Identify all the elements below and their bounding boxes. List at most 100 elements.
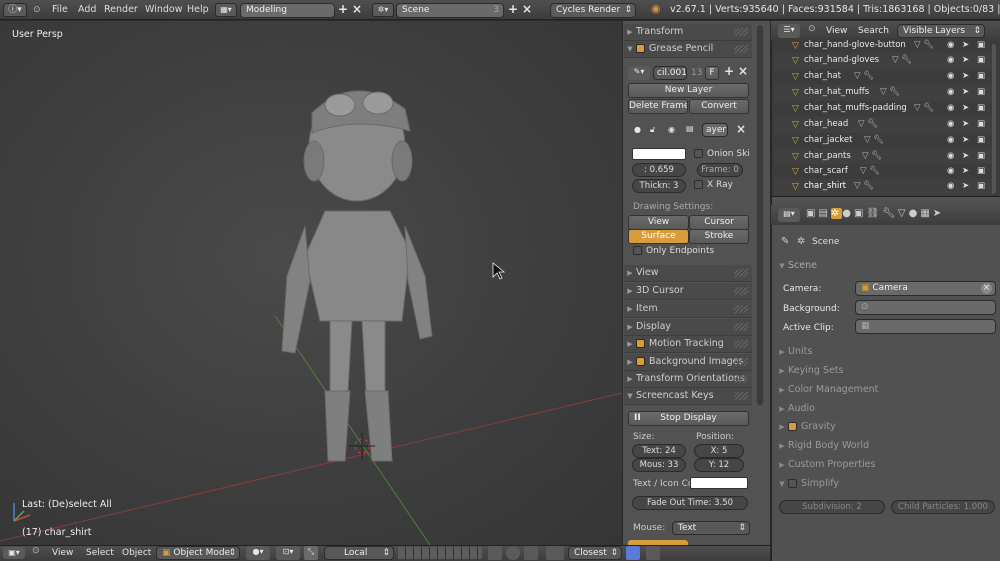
outliner-row[interactable]: ▽ char_hand-gloves ▽ 🔧︎ ◉ ➤ ▣ xyxy=(774,53,992,69)
eye-icon[interactable]: ◉ xyxy=(947,149,954,164)
data-tab-icon[interactable]: ▽ xyxy=(898,208,909,219)
render-tab-icon[interactable]: ▣ xyxy=(806,208,818,219)
outliner-row[interactable]: ▽ char_hat_muffs ▽ 🔧︎ ◉ ➤ ▣ xyxy=(774,85,992,101)
panel-display-header[interactable]: ▶ Display xyxy=(624,319,752,336)
select-arrow-icon[interactable]: ➤ xyxy=(962,69,969,84)
render-preview-icon[interactable] xyxy=(488,546,502,560)
select-arrow-icon[interactable]: ➤ xyxy=(962,38,969,53)
layer-color-swatch[interactable] xyxy=(632,148,686,160)
select-arrow-icon[interactable]: ➤ xyxy=(962,164,969,179)
pos-x-field[interactable]: X: 5 xyxy=(694,444,744,458)
child-particles-field[interactable]: Child Particles: 1.000 xyxy=(891,500,995,514)
menu-file[interactable]: File xyxy=(52,0,68,20)
eye-icon[interactable]: ◉ xyxy=(947,117,954,132)
gp-add-icon[interactable]: + xyxy=(724,64,734,78)
subdivision-field[interactable]: Subdivision: 2 xyxy=(779,500,885,514)
transform-orientation-select[interactable]: Local ⇕ xyxy=(324,546,394,560)
outliner-row[interactable]: ▽ char_hand-glove-button ▽ 🔧︎ ◉ ➤ ▣ xyxy=(774,38,992,54)
mouse-display-select[interactable]: Text ⇕ xyxy=(672,521,750,535)
select-arrow-icon[interactable]: ➤ xyxy=(962,53,969,68)
manipulator-icon[interactable]: ⤡ xyxy=(304,546,318,560)
eye-icon[interactable]: ◉ xyxy=(947,133,954,148)
panel-transform-orientations-header[interactable]: ▶ Transform Orientations xyxy=(624,371,752,388)
constraints-tab-icon[interactable]: ⛓ xyxy=(866,208,882,219)
render-icon[interactable]: ▣ xyxy=(977,117,985,132)
xray-checkbox[interactable]: X Ray xyxy=(694,180,733,190)
mode-select[interactable]: ▣ Object Mode ⇕ xyxy=(156,546,240,560)
menu-help[interactable]: Help xyxy=(187,0,209,20)
texture-tab-icon[interactable]: ▦ xyxy=(920,208,932,219)
scene-tab-icon[interactable]: ✲ xyxy=(830,208,843,219)
outliner-row[interactable]: ▽ char_pants ▽ 🔧︎ ◉ ➤ ▣ xyxy=(774,149,992,165)
color-management-panel-header[interactable]: ▶ Color Management xyxy=(776,381,996,399)
material-tab-icon[interactable]: ● xyxy=(909,208,921,219)
layer-name-field[interactable]: ayer xyxy=(702,123,728,137)
outliner-editor-type-button[interactable]: ☰▾ xyxy=(778,24,800,38)
render-icon[interactable]: ▣ xyxy=(977,38,985,53)
outliner-row[interactable]: ▽ char_hat_muffs-padding ▽ 🔧︎ ◉ ➤ ▣ xyxy=(774,101,992,117)
panel-3d-cursor-header[interactable]: ▶ 3D Cursor xyxy=(624,283,752,300)
collapse-menu-icon[interactable]: ⊙ xyxy=(33,3,41,17)
outliner-display-mode-select[interactable]: Visible Layers ⇕ xyxy=(897,24,985,38)
outliner-row[interactable]: ▽ char_hat ▽ 🔧︎ ◉ ➤ ▣ xyxy=(774,69,992,85)
proportional-edit-icon[interactable] xyxy=(626,546,640,560)
world-tab-icon[interactable]: ● xyxy=(842,208,854,219)
delete-scene-button[interactable]: × xyxy=(522,2,532,16)
gp-datablock-field[interactable]: cil.001 xyxy=(653,66,687,80)
select-arrow-icon[interactable]: ➤ xyxy=(962,117,969,132)
screencast-extra-button[interactable] xyxy=(628,540,688,545)
last-operator-label[interactable]: Last: (De)select All xyxy=(22,499,112,510)
layer-frame-icon[interactable]: ▤ xyxy=(686,124,694,133)
3d-viewport[interactable]: User Persp Last: (De)select All (17) cha… xyxy=(0,21,622,545)
panel-background-images-header[interactable]: ▶ Background Images xyxy=(624,354,752,371)
snap-target-select[interactable]: Closest ⇕ xyxy=(568,546,622,560)
delete-frame-button[interactable]: Delete Frame xyxy=(628,99,688,114)
lock-icon[interactable] xyxy=(506,546,520,560)
eye-icon[interactable]: ◉ xyxy=(947,101,954,116)
draw-surface-button[interactable]: Surface xyxy=(628,229,689,244)
eye-icon[interactable]: ◉ xyxy=(947,164,954,179)
only-endpoints-checkbox[interactable]: Only Endpoints xyxy=(633,246,714,256)
render-icon[interactable]: ▣ xyxy=(977,85,985,100)
outliner-collapse-icon[interactable]: ⊙ xyxy=(808,24,816,34)
properties-context-tabs[interactable]: ▣▤✲●▣⛓🔧︎▽●▦➤ xyxy=(806,208,996,222)
stop-display-button[interactable]: II Stop Display xyxy=(628,411,749,426)
add-scene-button[interactable]: + xyxy=(508,2,518,16)
shading-select[interactable]: ●▾ xyxy=(246,546,270,560)
delete-layout-button[interactable]: × xyxy=(352,2,362,16)
fade-out-time-field[interactable]: Fade Out Time: 3.50 xyxy=(632,496,748,510)
opacity-field[interactable]: : 0.659 xyxy=(632,163,686,177)
panel-screencast-keys-header[interactable]: ▼ Screencast Keys xyxy=(624,388,752,405)
layer-active-icon[interactable]: ● xyxy=(634,125,641,134)
eye-icon[interactable]: ◉ xyxy=(947,179,954,194)
menu-add[interactable]: Add xyxy=(78,0,96,20)
outliner-row[interactable]: ▽ char_scarf ▽ 🔧︎ ◉ ➤ ▣ xyxy=(774,164,992,180)
onion-skin-checkbox[interactable]: Onion Ski xyxy=(694,149,750,159)
add-layout-button[interactable]: + xyxy=(338,2,348,16)
draw-view-button[interactable]: View xyxy=(628,215,689,230)
panel-transform-header[interactable]: ▶ Transform xyxy=(624,24,752,41)
scene-icon[interactable]: ✲▾ xyxy=(372,3,394,17)
menu-select[interactable]: Select xyxy=(86,548,114,558)
layer-remove-icon[interactable]: × xyxy=(736,122,746,136)
eye-icon[interactable]: ◉ xyxy=(947,38,954,53)
render-engine-select[interactable]: Cycles Render ⇕ xyxy=(550,3,636,18)
snap-toggle-icon[interactable] xyxy=(546,546,564,560)
draw-cursor-button[interactable]: Cursor xyxy=(689,215,749,230)
object-tab-icon[interactable]: ▣ xyxy=(854,208,866,219)
select-arrow-icon[interactable]: ➤ xyxy=(962,149,969,164)
scene-panel-header[interactable]: ▼ Scene xyxy=(776,257,996,275)
panel-view-header[interactable]: ▶ View xyxy=(624,265,752,282)
render-icon[interactable]: ▣ xyxy=(977,164,985,179)
render-icon[interactable]: ▣ xyxy=(977,69,985,84)
panel-motion-tracking-header[interactable]: ▶ Motion Tracking xyxy=(624,336,752,353)
menu-view[interactable]: View xyxy=(52,548,73,558)
simplify-panel-header[interactable]: ▼ Simplify xyxy=(776,475,996,493)
scene-field[interactable]: Scene 3 xyxy=(396,3,504,18)
rigid-body-world-panel-header[interactable]: ▶ Rigid Body World xyxy=(776,437,996,455)
select-arrow-icon[interactable]: ➤ xyxy=(962,101,969,116)
menu-window[interactable]: Window xyxy=(145,0,182,20)
draw-stroke-button[interactable]: Stroke xyxy=(689,229,749,244)
text-icon-color-swatch[interactable] xyxy=(690,477,748,489)
units-panel-header[interactable]: ▶ Units xyxy=(776,343,996,361)
